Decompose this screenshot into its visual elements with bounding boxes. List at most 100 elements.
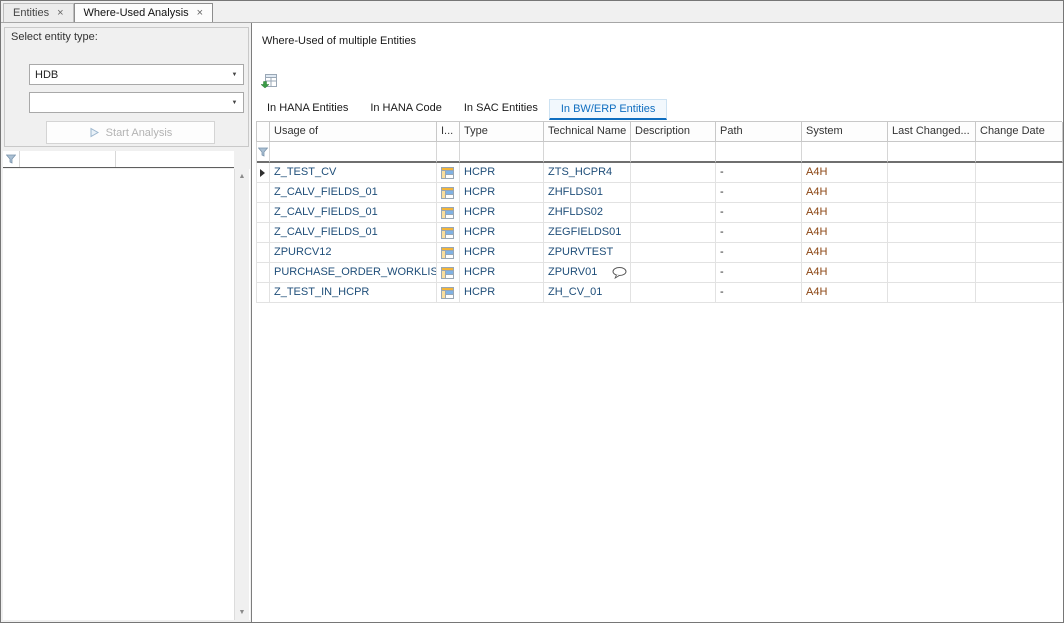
tab-in-hana-entities[interactable]: In HANA Entities	[256, 99, 359, 120]
entity-type-groupbox: Select entity type: HDB ▼ ▼ Start Analys…	[4, 27, 249, 147]
cell-description	[631, 223, 716, 243]
filter-cell-type[interactable]	[460, 142, 544, 163]
sidebar-filter-cell[interactable]	[116, 151, 234, 167]
table-row[interactable]: Z_TEST_CV HCPR ZTS_HCPR4 - A4H	[256, 163, 1062, 183]
system-value: A4H	[806, 186, 827, 198]
technical-name-value: ZH_CV_01	[548, 286, 602, 298]
technical-name-value: ZHFLDS02	[548, 206, 603, 218]
cell-usage-of: Z_TEST_IN_HCPR	[270, 283, 437, 303]
entity-select[interactable]: ▼	[29, 92, 244, 113]
start-analysis-button[interactable]: Start Analysis	[46, 121, 215, 144]
technical-name-value: ZTS_HCPR4	[548, 166, 612, 178]
cell-type: HCPR	[460, 183, 544, 203]
cell-type: HCPR	[460, 163, 544, 183]
cell-system: A4H	[802, 163, 888, 183]
cell-change-date	[976, 263, 1063, 283]
tab-entities[interactable]: Entities ×	[3, 3, 74, 22]
cell-entity-icon	[437, 283, 460, 303]
column-header-path[interactable]: Path	[716, 122, 802, 142]
tab-in-sac-entities[interactable]: In SAC Entities	[453, 99, 549, 120]
export-button[interactable]	[258, 71, 280, 91]
page-title: Where-Used of multiple Entities	[262, 35, 416, 47]
filter-cell-technical-name[interactable]	[544, 142, 631, 163]
sidebar-filter-row[interactable]	[3, 151, 234, 168]
scroll-down-button[interactable]: ▼	[235, 605, 249, 620]
row-indicator-cell	[257, 183, 270, 203]
cell-type: HCPR	[460, 283, 544, 303]
composite-provider-icon	[441, 287, 454, 299]
cell-change-date	[976, 203, 1063, 223]
column-header-usage-of[interactable]: Usage of	[270, 122, 437, 142]
tab-in-hana-code[interactable]: In HANA Code	[359, 99, 453, 120]
column-header-change-date[interactable]: Change Date	[976, 122, 1063, 142]
table-row[interactable]: PURCHASE_ORDER_WORKLIST HCPR ZPURV01 - A…	[256, 263, 1062, 283]
scroll-up-button[interactable]: ▲	[235, 169, 249, 184]
tab-in-bw-erp-entities[interactable]: In BW/ERP Entities	[549, 99, 668, 120]
cell-last-changed	[888, 203, 976, 223]
column-header-system[interactable]: System	[802, 122, 888, 142]
cell-usage-of: Z_TEST_CV	[270, 163, 437, 183]
table-row[interactable]: ZPURCV12 HCPR ZPURVTEST - A4H	[256, 243, 1062, 263]
entity-type-select[interactable]: HDB ▼	[29, 64, 244, 85]
cell-usage-of: Z_CALV_FIELDS_01	[270, 203, 437, 223]
comment-icon[interactable]	[612, 267, 627, 279]
sidebar-filter-icon-cell[interactable]	[3, 151, 20, 167]
sidebar-vertical-scrollbar[interactable]: ▲ ▼	[234, 169, 249, 620]
system-value: A4H	[806, 226, 827, 238]
row-indicator-cell	[257, 203, 270, 223]
table-row[interactable]: Z_CALV_FIELDS_01 HCPR ZHFLDS01 - A4H	[256, 183, 1062, 203]
path-value: -	[720, 226, 724, 238]
usage-of-value: Z_CALV_FIELDS_01	[274, 226, 378, 238]
table-row[interactable]: Z_CALV_FIELDS_01 HCPR ZHFLDS02 - A4H	[256, 203, 1062, 223]
path-value: -	[720, 246, 724, 258]
column-header-icon[interactable]: I...	[437, 122, 460, 142]
usage-of-value: Z_TEST_IN_HCPR	[274, 286, 369, 298]
cell-entity-icon	[437, 183, 460, 203]
tab-where-used-analysis[interactable]: Where-Used Analysis ×	[74, 3, 214, 22]
sidebar-filter-cell[interactable]	[20, 151, 116, 167]
tab-label: Where-Used Analysis	[84, 7, 189, 19]
cell-entity-icon	[437, 243, 460, 263]
column-header-last-changed[interactable]: Last Changed...	[888, 122, 976, 142]
cell-last-changed	[888, 223, 976, 243]
cell-technical-name: ZH_CV_01	[544, 283, 631, 303]
cell-description	[631, 263, 716, 283]
export-to-excel-icon	[260, 73, 278, 89]
cell-change-date	[976, 183, 1063, 203]
column-header-technical-name[interactable]: Technical Name	[544, 122, 631, 142]
filter-cell-icon[interactable]	[437, 142, 460, 163]
cell-path: -	[716, 263, 802, 283]
chevron-down-icon[interactable]: ▼	[226, 100, 243, 106]
filter-cell-path[interactable]	[716, 142, 802, 163]
composite-provider-icon	[441, 227, 454, 239]
type-value: HCPR	[464, 246, 495, 258]
type-value: HCPR	[464, 266, 495, 278]
entity-tree-area	[3, 169, 250, 620]
row-indicator-cell	[257, 243, 270, 263]
cell-type: HCPR	[460, 263, 544, 283]
filter-cell-system[interactable]	[802, 142, 888, 163]
chevron-down-icon[interactable]: ▼	[226, 72, 243, 78]
usage-of-value: ZPURCV12	[274, 246, 331, 258]
column-header-type[interactable]: Type	[460, 122, 544, 142]
filter-cell-usage-of[interactable]	[270, 142, 437, 163]
close-icon[interactable]: ×	[57, 8, 63, 19]
table-row[interactable]: Z_TEST_IN_HCPR HCPR ZH_CV_01 - A4H	[256, 283, 1062, 303]
filter-cell-description[interactable]	[631, 142, 716, 163]
filter-cell-last-changed[interactable]	[888, 142, 976, 163]
groupbox-title: Select entity type:	[11, 31, 98, 43]
system-value: A4H	[806, 206, 827, 218]
cell-description	[631, 183, 716, 203]
column-header-description[interactable]: Description	[631, 122, 716, 142]
grid-filter-icon-cell[interactable]	[257, 142, 270, 163]
close-icon[interactable]: ×	[197, 8, 203, 19]
table-row[interactable]: Z_CALV_FIELDS_01 HCPR ZEGFIELDS01 - A4H	[256, 223, 1062, 243]
filter-cell-change-date[interactable]	[976, 142, 1063, 163]
cell-entity-icon	[437, 163, 460, 183]
composite-provider-icon	[441, 167, 454, 179]
path-value: -	[720, 166, 724, 178]
filter-icon	[258, 147, 268, 157]
cell-entity-icon	[437, 203, 460, 223]
technical-name-value: ZEGFIELDS01	[548, 226, 621, 238]
cell-technical-name: ZHFLDS02	[544, 203, 631, 223]
